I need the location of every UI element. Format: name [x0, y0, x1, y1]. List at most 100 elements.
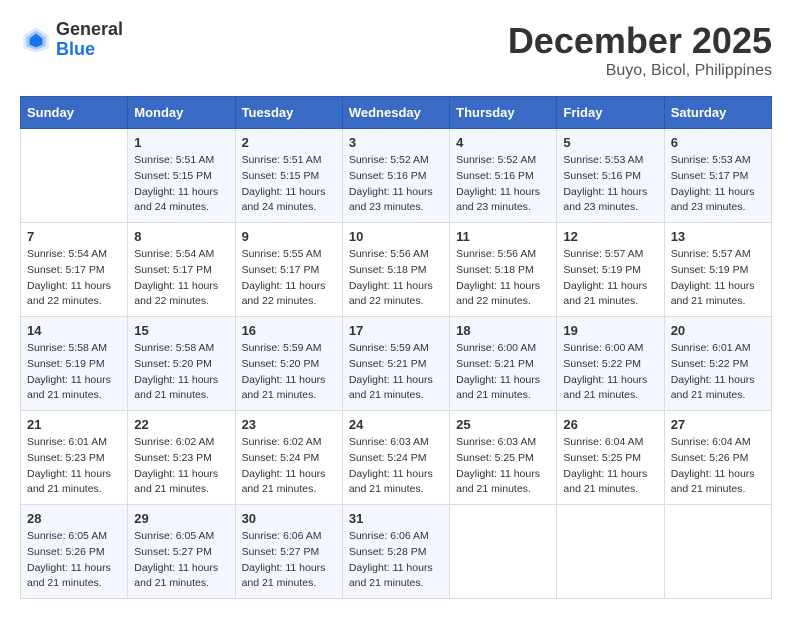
day-info: Sunrise: 5:54 AMSunset: 5:17 PMDaylight:…: [27, 247, 121, 310]
calendar-cell: [557, 505, 664, 599]
calendar-cell: 31 Sunrise: 6:06 AMSunset: 5:28 PMDayligh…: [342, 505, 449, 599]
day-number: 30: [242, 511, 336, 526]
day-number: 10: [349, 229, 443, 244]
day-number: 31: [349, 511, 443, 526]
day-info: Sunrise: 5:59 AMSunset: 5:20 PMDaylight:…: [242, 341, 336, 404]
day-info: Sunrise: 5:52 AMSunset: 5:16 PMDaylight:…: [456, 153, 550, 216]
day-info: Sunrise: 5:58 AMSunset: 5:20 PMDaylight:…: [134, 341, 228, 404]
calendar-cell: 1 Sunrise: 5:51 AMSunset: 5:15 PMDaylight…: [128, 129, 235, 223]
logo-general: General: [56, 20, 123, 40]
logo: General Blue: [20, 20, 123, 60]
day-number: 17: [349, 323, 443, 338]
day-info: Sunrise: 6:03 AMSunset: 5:24 PMDaylight:…: [349, 435, 443, 498]
logo-icon: [20, 24, 52, 56]
day-info: Sunrise: 6:01 AMSunset: 5:23 PMDaylight:…: [27, 435, 121, 498]
calendar-cell: 3 Sunrise: 5:52 AMSunset: 5:16 PMDaylight…: [342, 129, 449, 223]
calendar-cell: 11Sunrise: 5:56 AMSunset: 5:18 PMDayligh…: [450, 223, 557, 317]
weekday-header: Friday: [557, 97, 664, 129]
day-number: 22: [134, 417, 228, 432]
calendar-cell: 23 Sunrise: 6:02 AMSunset: 5:24 PMDayligh…: [235, 411, 342, 505]
calendar-table: SundayMondayTuesdayWednesdayThursdayFrid…: [20, 96, 772, 599]
day-number: 29: [134, 511, 228, 526]
calendar-cell: 28Sunrise: 6:05 AMSunset: 5:26 PMDayligh…: [21, 505, 128, 599]
weekday-header: Thursday: [450, 97, 557, 129]
day-number: 3: [349, 135, 443, 150]
calendar-cell: 30 Sunrise: 6:06 AMSunset: 5:27 PMDayligh…: [235, 505, 342, 599]
calendar-cell: 12 Sunrise: 5:57 AMSunset: 5:19 PMDayligh…: [557, 223, 664, 317]
calendar-cell: 18 Sunrise: 6:00 AMSunset: 5:21 PMDayligh…: [450, 317, 557, 411]
day-number: 15: [134, 323, 228, 338]
day-info: Sunrise: 5:57 AMSunset: 5:19 PMDaylight:…: [563, 247, 657, 310]
calendar-week-row: 7 Sunrise: 5:54 AMSunset: 5:17 PMDaylight…: [21, 223, 772, 317]
day-info: Sunrise: 5:51 AMSunset: 5:15 PMDaylight:…: [242, 153, 336, 216]
month-title: December 2025: [508, 20, 772, 62]
calendar-cell: 21Sunrise: 6:01 AMSunset: 5:23 PMDayligh…: [21, 411, 128, 505]
day-info: Sunrise: 5:58 AMSunset: 5:19 PMDaylight:…: [27, 341, 121, 404]
day-number: 13: [671, 229, 765, 244]
day-info: Sunrise: 6:03 AMSunset: 5:25 PMDaylight:…: [456, 435, 550, 498]
day-number: 5: [563, 135, 657, 150]
weekday-header: Sunday: [21, 97, 128, 129]
day-info: Sunrise: 6:06 AMSunset: 5:28 PMDaylight:…: [349, 529, 443, 592]
day-number: 16: [242, 323, 336, 338]
day-info: Sunrise: 6:04 AMSunset: 5:26 PMDaylight:…: [671, 435, 765, 498]
day-info: Sunrise: 6:02 AMSunset: 5:24 PMDaylight:…: [242, 435, 336, 498]
weekday-header: Monday: [128, 97, 235, 129]
calendar-week-row: 14Sunrise: 5:58 AMSunset: 5:19 PMDayligh…: [21, 317, 772, 411]
logo-blue: Blue: [56, 40, 123, 60]
day-info: Sunrise: 5:51 AMSunset: 5:15 PMDaylight:…: [134, 153, 228, 216]
calendar-cell: 19 Sunrise: 6:00 AMSunset: 5:22 PMDayligh…: [557, 317, 664, 411]
weekday-header: Saturday: [664, 97, 771, 129]
calendar-cell: 2 Sunrise: 5:51 AMSunset: 5:15 PMDaylight…: [235, 129, 342, 223]
day-number: 25: [456, 417, 550, 432]
calendar-week-row: 21Sunrise: 6:01 AMSunset: 5:23 PMDayligh…: [21, 411, 772, 505]
calendar-cell: 10Sunrise: 5:56 AMSunset: 5:18 PMDayligh…: [342, 223, 449, 317]
calendar-cell: 4Sunrise: 5:52 AMSunset: 5:16 PMDaylight…: [450, 129, 557, 223]
calendar-cell: 27 Sunrise: 6:04 AMSunset: 5:26 PMDayligh…: [664, 411, 771, 505]
calendar-cell: 8 Sunrise: 5:54 AMSunset: 5:17 PMDaylight…: [128, 223, 235, 317]
day-info: Sunrise: 6:04 AMSunset: 5:25 PMDaylight:…: [563, 435, 657, 498]
calendar-cell: 14Sunrise: 5:58 AMSunset: 5:19 PMDayligh…: [21, 317, 128, 411]
day-number: 9: [242, 229, 336, 244]
calendar-week-row: 28Sunrise: 6:05 AMSunset: 5:26 PMDayligh…: [21, 505, 772, 599]
day-number: 20: [671, 323, 765, 338]
day-info: Sunrise: 5:53 AMSunset: 5:17 PMDaylight:…: [671, 153, 765, 216]
day-number: 2: [242, 135, 336, 150]
day-number: 19: [563, 323, 657, 338]
day-info: Sunrise: 6:00 AMSunset: 5:22 PMDaylight:…: [563, 341, 657, 404]
weekday-header: Wednesday: [342, 97, 449, 129]
day-info: Sunrise: 5:59 AMSunset: 5:21 PMDaylight:…: [349, 341, 443, 404]
calendar-cell: 16 Sunrise: 5:59 AMSunset: 5:20 PMDayligh…: [235, 317, 342, 411]
calendar-cell: 25 Sunrise: 6:03 AMSunset: 5:25 PMDayligh…: [450, 411, 557, 505]
day-info: Sunrise: 6:01 AMSunset: 5:22 PMDaylight:…: [671, 341, 765, 404]
day-number: 6: [671, 135, 765, 150]
day-number: 1: [134, 135, 228, 150]
day-info: Sunrise: 6:00 AMSunset: 5:21 PMDaylight:…: [456, 341, 550, 404]
calendar-cell: [21, 129, 128, 223]
calendar-cell: [664, 505, 771, 599]
day-number: 7: [27, 229, 121, 244]
calendar-cell: 6 Sunrise: 5:53 AMSunset: 5:17 PMDaylight…: [664, 129, 771, 223]
day-number: 8: [134, 229, 228, 244]
day-number: 12: [563, 229, 657, 244]
day-number: 18: [456, 323, 550, 338]
calendar-cell: 29 Sunrise: 6:05 AMSunset: 5:27 PMDayligh…: [128, 505, 235, 599]
calendar-cell: 7 Sunrise: 5:54 AMSunset: 5:17 PMDaylight…: [21, 223, 128, 317]
calendar-cell: 13 Sunrise: 5:57 AMSunset: 5:19 PMDayligh…: [664, 223, 771, 317]
calendar-cell: 24 Sunrise: 6:03 AMSunset: 5:24 PMDayligh…: [342, 411, 449, 505]
logo-text: General Blue: [56, 20, 123, 60]
day-info: Sunrise: 6:06 AMSunset: 5:27 PMDaylight:…: [242, 529, 336, 592]
day-info: Sunrise: 5:52 AMSunset: 5:16 PMDaylight:…: [349, 153, 443, 216]
day-number: 23: [242, 417, 336, 432]
day-info: Sunrise: 6:05 AMSunset: 5:27 PMDaylight:…: [134, 529, 228, 592]
calendar-cell: 26Sunrise: 6:04 AMSunset: 5:25 PMDayligh…: [557, 411, 664, 505]
day-number: 24: [349, 417, 443, 432]
day-info: Sunrise: 5:54 AMSunset: 5:17 PMDaylight:…: [134, 247, 228, 310]
title-block: December 2025 Buyo, Bicol, Philippines: [508, 20, 772, 80]
day-info: Sunrise: 5:57 AMSunset: 5:19 PMDaylight:…: [671, 247, 765, 310]
calendar-cell: 15 Sunrise: 5:58 AMSunset: 5:20 PMDayligh…: [128, 317, 235, 411]
day-number: 27: [671, 417, 765, 432]
calendar-week-row: 1 Sunrise: 5:51 AMSunset: 5:15 PMDaylight…: [21, 129, 772, 223]
day-number: 11: [456, 229, 550, 244]
calendar-cell: 20 Sunrise: 6:01 AMSunset: 5:22 PMDayligh…: [664, 317, 771, 411]
